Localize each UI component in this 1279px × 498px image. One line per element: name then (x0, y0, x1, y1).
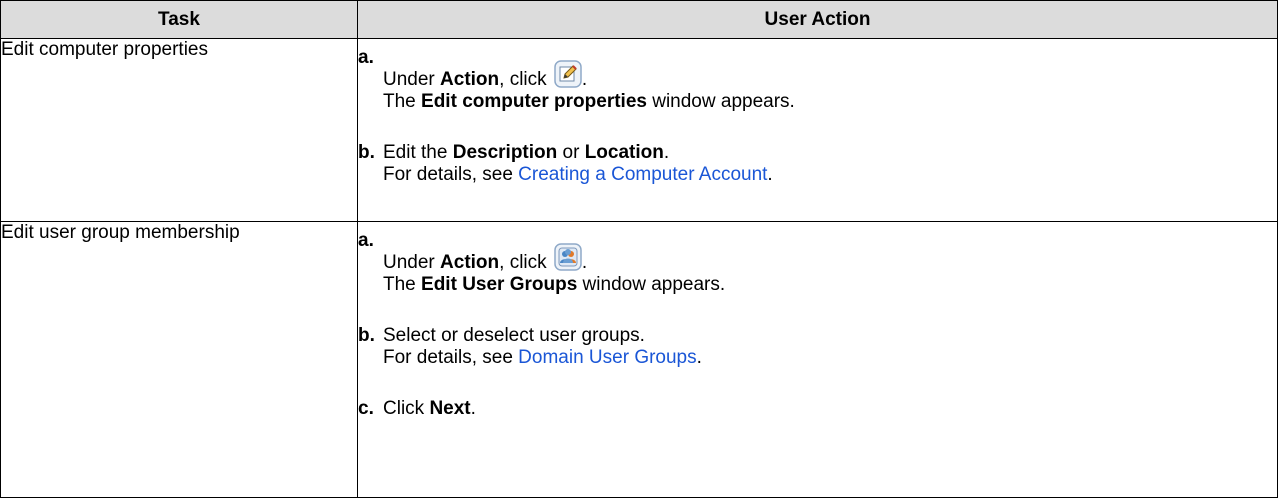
step-text: . (470, 398, 476, 419)
domain-user-groups-link[interactable]: Domain User Groups (518, 347, 696, 368)
step-text: Under (383, 252, 441, 273)
step-text: The (383, 91, 422, 112)
table-row: Edit user group membership a. Under Acti… (0, 221, 1278, 498)
step-bold-text: Next (429, 398, 471, 419)
column-header-user-action: User Action (357, 0, 1278, 39)
step-text: . (581, 252, 588, 273)
step-line: Under Action, click . (383, 233, 1277, 274)
task-label: Edit computer properties (1, 39, 208, 60)
step-a: a. Under Action, click . The Edit User G… (358, 230, 1277, 296)
step-text: , click (499, 252, 547, 273)
step-text: Edit the (383, 142, 453, 163)
step-line: For details, see Domain User Groups. (383, 347, 1277, 369)
task-cell: Edit computer properties (0, 38, 358, 222)
column-header-task: Task (0, 0, 358, 39)
step-marker: b. (358, 325, 375, 346)
action-cell: a. Under Action, click . The Edit comput… (357, 38, 1278, 222)
step-bold-text: Action (440, 69, 500, 90)
step-text: . (696, 347, 702, 368)
step-line: Select or deselect user groups. (383, 325, 645, 346)
step-bold-text: Description (452, 142, 558, 163)
step-text: . (767, 164, 773, 185)
step-line: For details, see Creating a Computer Acc… (383, 164, 1277, 186)
step-b: b. Edit the Description or Location. For… (358, 142, 1277, 186)
step-text: , click (499, 69, 547, 90)
step-a: a. Under Action, click . The Edit comput… (358, 47, 1277, 113)
step-marker: a. (358, 230, 374, 251)
step-b: b. Select or deselect user groups. For d… (358, 325, 1277, 369)
step-text: or (557, 142, 585, 163)
step-bold-text: Edit User Groups (421, 274, 578, 295)
step-line: Edit the Description or Location. (383, 142, 1277, 164)
step-marker: b. (358, 142, 375, 163)
action-cell: a. Under Action, click . The Edit User G… (357, 221, 1278, 498)
step-text: For details, see (383, 347, 519, 368)
table-header-row: Task User Action (0, 0, 1278, 39)
step-marker: c. (358, 398, 374, 419)
creating-computer-account-link[interactable]: Creating a Computer Account (518, 164, 767, 185)
step-text: window appears. (646, 91, 795, 112)
step-bold-text: Location (584, 142, 664, 163)
step-line: The Edit computer properties window appe… (383, 91, 1277, 113)
step-text: window appears. (577, 274, 726, 295)
step-bold-text: Edit computer properties (421, 91, 647, 112)
step-line: Click Next. (383, 398, 1277, 420)
step-marker: a. (358, 47, 374, 68)
edit-pencil-icon (554, 60, 582, 88)
task-cell: Edit user group membership (0, 221, 358, 498)
step-text: . (663, 142, 670, 163)
step-text: . (581, 69, 588, 90)
step-line: Under Action, click . (383, 50, 1277, 91)
step-text: The (383, 274, 422, 295)
task-action-table: Task User Action Edit computer propertie… (0, 0, 1278, 498)
task-label: Edit user group membership (1, 222, 240, 243)
step-text: Click (383, 398, 430, 419)
step-text: For details, see (383, 164, 519, 185)
user-groups-icon (554, 243, 582, 271)
table-row: Edit computer properties a. Under Action… (0, 38, 1278, 222)
step-text: Under (383, 69, 441, 90)
step-bold-text: Action (440, 252, 500, 273)
step-line: The Edit User Groups window appears. (383, 274, 1277, 296)
step-c: c. Click Next. (358, 398, 1277, 420)
